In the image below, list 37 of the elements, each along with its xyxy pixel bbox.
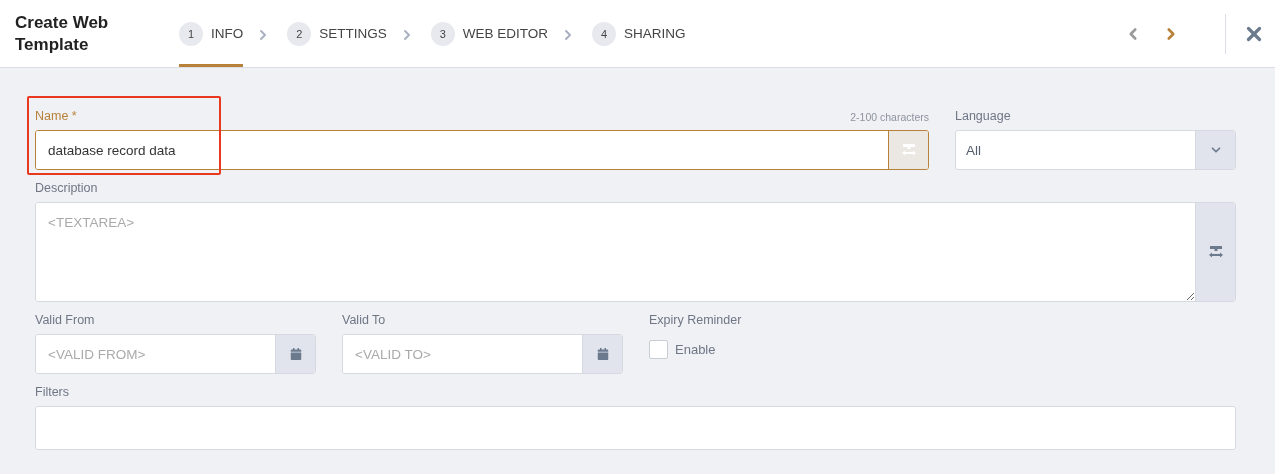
calendar-button[interactable] [275, 335, 315, 373]
step-tab[interactable]: 3 WEB EDITOR [430, 0, 549, 67]
date-picker[interactable]: <VALID TO> [342, 334, 623, 374]
step-label: SETTINGS [319, 26, 387, 41]
step-tab[interactable]: 2 SETTINGS [287, 0, 387, 67]
character-hint: 2-100 characters [850, 111, 929, 123]
field-label: Filters [35, 385, 70, 399]
calendar-button[interactable] [582, 335, 622, 373]
checkbox-label: Enable [675, 341, 716, 357]
field-label: Name * [35, 109, 77, 123]
calendar-icon [596, 348, 609, 360]
step-label: INFO [211, 26, 244, 41]
field-label: Valid From [35, 313, 95, 327]
step-label: SHARING [624, 26, 686, 41]
field-label: Language [955, 109, 1011, 123]
field-label: Description [35, 181, 98, 195]
dialog-title: Create Web Template [15, 11, 110, 56]
step-number: 4 [592, 21, 617, 46]
field-label: Valid To [342, 313, 386, 327]
enable-checkbox[interactable] [649, 339, 668, 359]
language-select[interactable]: All [955, 130, 1236, 170]
step-number: 1 [179, 21, 203, 46]
name-field[interactable]: database record data [35, 130, 929, 170]
description-field[interactable]: <TEXTAREA> [35, 202, 1236, 302]
filters-field[interactable] [35, 406, 1236, 450]
date-picker[interactable]: <VALID FROM> [35, 334, 316, 374]
calendar-icon [289, 348, 302, 360]
chevron-down-icon [1195, 131, 1235, 169]
step-number: 3 [430, 21, 455, 46]
step-tab[interactable]: 1 INFO [179, 0, 244, 67]
step-tab[interactable]: 4 SHARING [592, 0, 686, 67]
text-height-icon [1208, 246, 1223, 258]
text-height-icon [901, 144, 916, 156]
step-number: 2 [287, 21, 312, 46]
field-label: Expiry Reminder [649, 313, 742, 327]
text-size-button[interactable] [888, 131, 928, 169]
step-label: WEB EDITOR [462, 26, 549, 41]
